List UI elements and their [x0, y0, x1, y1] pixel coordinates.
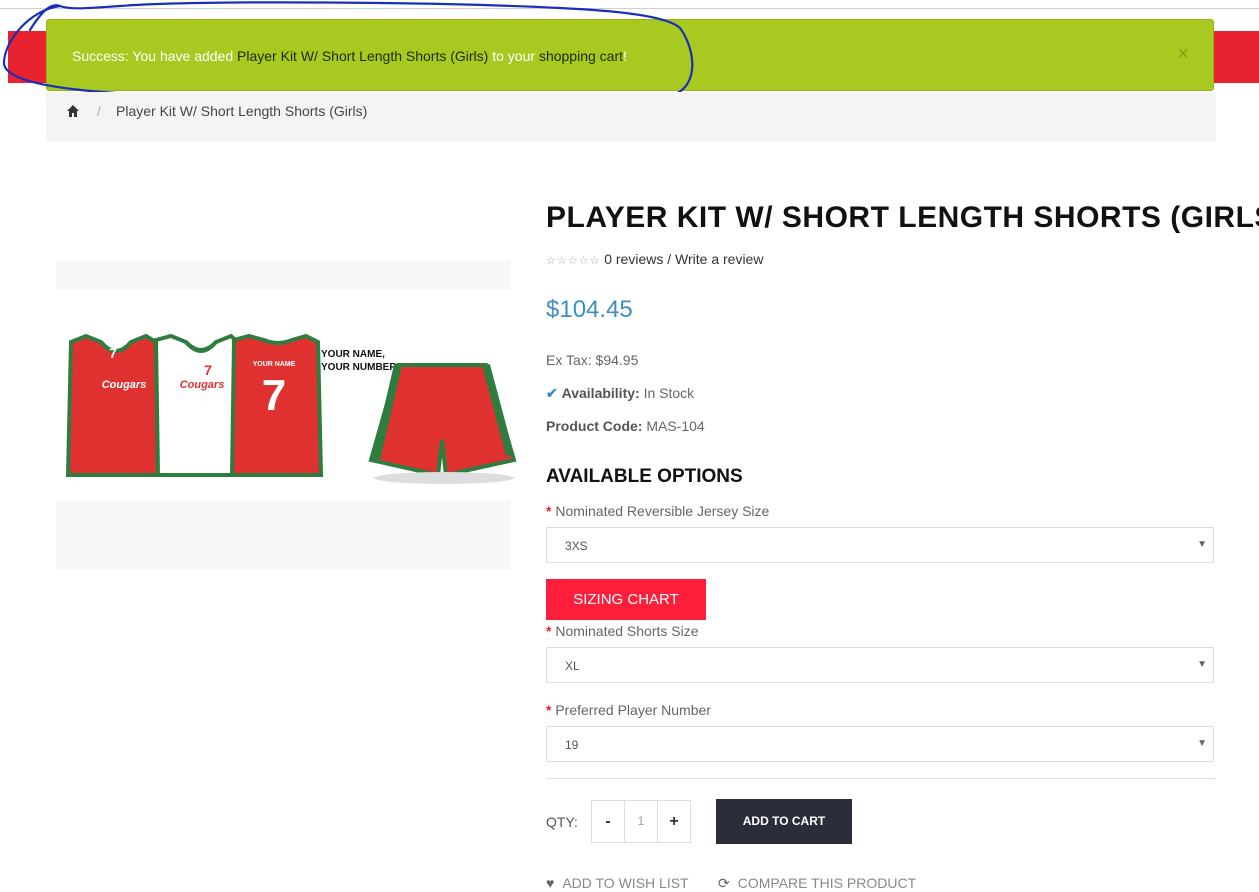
jersey-number-small-1: 7: [109, 345, 117, 361]
product-code-label: Product Code:: [546, 418, 643, 434]
player-number-label: * Preferred Player Number: [546, 702, 711, 718]
product-image[interactable]: YOUR NAME 7 7 7 Cougars Cougars YOUR NAM…: [46, 250, 521, 580]
product-price: $104.45: [546, 296, 633, 323]
jersey-white: [153, 333, 241, 477]
required-mark: *: [546, 623, 552, 639]
alert-prefix: Success: You have added: [72, 48, 238, 64]
success-alert: Success: You have added Player Kit W/ Sh…: [46, 19, 1214, 91]
ex-tax-label: Ex Tax:: [546, 352, 592, 368]
jersey-number-large: 7: [262, 371, 286, 420]
alert-product-link[interactable]: Player Kit W/ Short Length Shorts (Girls…: [237, 48, 488, 64]
add-to-cart-button[interactable]: ADD TO CART: [716, 799, 852, 844]
required-mark: *: [546, 702, 552, 718]
breadcrumb-separator: /: [97, 103, 101, 119]
alert-middle: to your: [488, 48, 539, 64]
player-number-label-text: Preferred Player Number: [555, 702, 711, 718]
player-number-value: 19: [565, 738, 579, 752]
qty-input[interactable]: 1: [624, 800, 658, 843]
rating-row: ☆☆☆☆☆ 0 reviews / Write a review: [546, 251, 763, 267]
options-divider: [546, 778, 1215, 779]
chevron-down-icon: ▼: [1197, 738, 1207, 749]
chevron-down-icon: ▼: [1197, 659, 1207, 670]
required-mark: *: [546, 503, 552, 519]
shorts-size-value: XL: [565, 659, 580, 673]
availability-label: Availability:: [561, 385, 640, 401]
availability-row: ✔ Availability: In Stock: [546, 385, 694, 402]
jersey-name-text: YOUR NAME: [253, 361, 296, 368]
write-review-link[interactable]: Write a review: [675, 251, 763, 267]
shorts-size-select[interactable]: XL ▼: [546, 647, 1214, 683]
reviews-link[interactable]: 0 reviews: [604, 251, 663, 267]
alert-message: Success: You have added Player Kit W/ Sh…: [72, 48, 627, 64]
qty-decrement-button[interactable]: -: [591, 800, 625, 843]
jersey-size-label: * Nominated Reversible Jersey Size: [546, 503, 769, 519]
callout-text-1: YOUR NAME,: [321, 349, 385, 360]
ex-tax-row: Ex Tax: $94.95: [546, 352, 638, 368]
chevron-down-icon: ▼: [1197, 539, 1207, 550]
jersey-number-small-2: 7: [204, 362, 212, 378]
ex-tax-value: $94.95: [595, 352, 639, 368]
breadcrumb: / Player Kit W/ Short Length Shorts (Gir…: [46, 92, 1216, 142]
rating-stars-icon: ☆☆☆☆☆: [546, 255, 601, 267]
home-icon[interactable]: [66, 104, 80, 118]
jersey-team-text-1: Cougars: [102, 379, 147, 391]
player-number-select[interactable]: 19 ▼: [546, 726, 1214, 762]
alert-cart-link[interactable]: shopping cart: [539, 48, 623, 64]
product-title: PLAYER KIT W/ SHORT LENGTH SHORTS (GIRLS…: [546, 201, 1259, 234]
qty-increment-button[interactable]: +: [657, 800, 691, 843]
jersey-team-text-2: Cougars: [180, 379, 225, 391]
compare-product-link[interactable]: ⟳ COMPARE THIS PRODUCT: [718, 875, 916, 892]
check-icon: ✔: [546, 385, 558, 401]
shorts-size-label-text: Nominated Shorts Size: [555, 623, 699, 639]
qty-label: QTY:: [546, 814, 578, 830]
availability-value: In Stock: [643, 385, 695, 401]
options-title: AVAILABLE OPTIONS: [546, 466, 743, 487]
callout-text-2: YOUR NUMBER*: [321, 362, 401, 373]
product-code-value: MAS-104: [646, 418, 705, 434]
jersey-size-select[interactable]: 3XS ▼: [546, 527, 1214, 563]
jersey-size-value: 3XS: [565, 539, 588, 553]
sizing-chart-button[interactable]: SIZING CHART: [546, 579, 706, 620]
rating-separator: /: [663, 251, 676, 267]
product-code-row: Product Code: MAS-104: [546, 418, 705, 434]
alert-close-button[interactable]: ×: [1177, 42, 1189, 66]
alert-suffix: !: [623, 48, 627, 64]
shorts-size-label: * Nominated Shorts Size: [546, 623, 699, 639]
top-divider: [0, 8, 1259, 9]
breadcrumb-item-product[interactable]: Player Kit W/ Short Length Shorts (Girls…: [116, 103, 367, 119]
jersey-size-label-text: Nominated Reversible Jersey Size: [555, 503, 770, 519]
